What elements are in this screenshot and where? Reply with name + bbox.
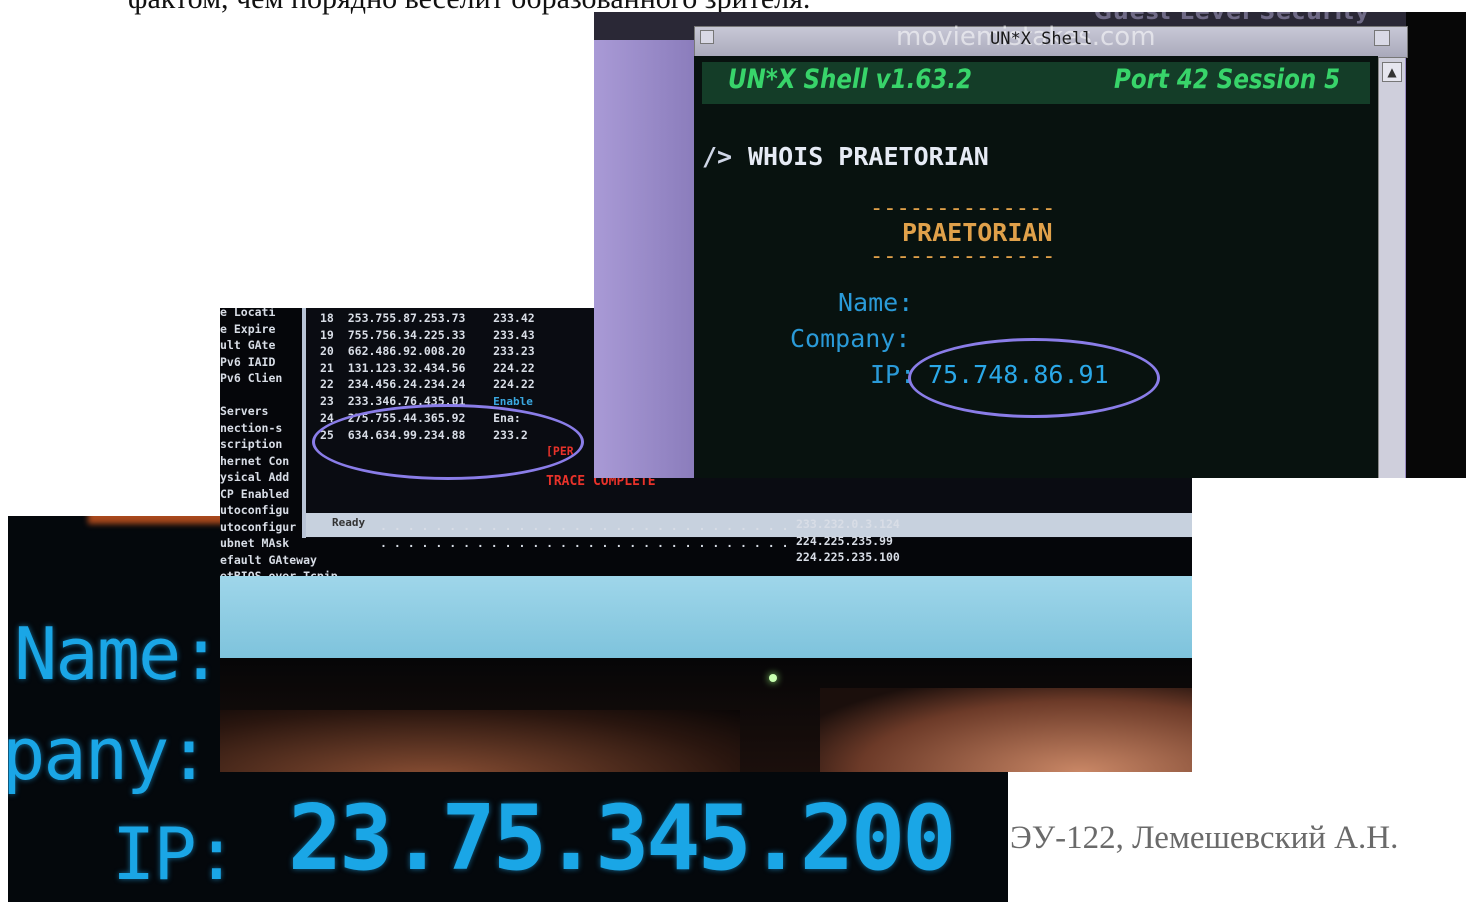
zoom-name-label: Name: bbox=[14, 612, 223, 696]
ipconfig-label: efault GAteway bbox=[220, 552, 317, 567]
whois-command: WHOIS PRAETORIAN bbox=[748, 142, 989, 171]
ipconfig-value: 224.225.235.99 bbox=[796, 533, 893, 548]
trace-row: 22 234.456.24.234.24 224.22 bbox=[320, 377, 535, 391]
ip-highlight-ellipse bbox=[908, 338, 1160, 418]
zoom-ip-value: 23.75.345.200 bbox=[288, 786, 956, 891]
dot-leader: . . . . . . . . . . . . . . . . . . . . … bbox=[380, 519, 789, 533]
ipconfig-value: 233.232.0.3.124 bbox=[796, 517, 900, 531]
trace-row: 20 662.486.92.008.20 233.23 bbox=[320, 344, 535, 358]
trace-row: 21 131.123.32.434.56 224.22 bbox=[320, 360, 535, 375]
trace-row: 18 253.755.87.253.73 233.42 bbox=[320, 311, 535, 325]
desktop-background bbox=[594, 40, 694, 478]
screen-edge bbox=[1406, 12, 1466, 478]
dot-leader: . . . . . . . . . . . . . . . . . . . . … bbox=[380, 535, 789, 550]
ipconfig-dots: . . . . . . . . . . . . . . . . . . . . … bbox=[380, 518, 789, 551]
zoom-box-icon[interactable] bbox=[1374, 30, 1390, 46]
shell-version: UN*X Shell v1.63.2 bbox=[728, 64, 972, 95]
unix-shell-photo: Guest Level Security moviemistakes.com U… bbox=[594, 12, 1466, 478]
dash-line-bottom: -------------- bbox=[870, 244, 1056, 269]
ipconfig-value: 224.225.235.100 bbox=[796, 550, 900, 564]
scrollbar[interactable] bbox=[1378, 58, 1405, 478]
close-box-icon[interactable] bbox=[700, 30, 714, 44]
status-ready: Ready bbox=[332, 516, 366, 529]
trace-highlight-ellipse bbox=[312, 404, 584, 480]
zoom-company-label: pany: bbox=[8, 712, 211, 796]
port-session: Port 42 Session 5 bbox=[1114, 64, 1341, 95]
hand-left bbox=[220, 710, 740, 772]
whois-name-label: Name: bbox=[838, 288, 914, 317]
prompt-icon: /> bbox=[702, 142, 733, 171]
window-title: UN*X Shell bbox=[990, 29, 1093, 49]
scroll-up-arrow-icon[interactable]: ▲ bbox=[1382, 62, 1402, 82]
whois-company-label: Company: bbox=[790, 324, 911, 353]
hand-right bbox=[820, 688, 1192, 772]
ipconfig-values: 233.232.0.3.124 224.225.235.99 224.225.2… bbox=[796, 516, 900, 566]
power-led bbox=[769, 674, 777, 682]
monitor-bezel bbox=[220, 576, 1192, 658]
zoom-ip-label: IP: bbox=[112, 812, 238, 896]
result-title: PRAETORIAN bbox=[902, 218, 1053, 247]
trace-row: 19 755.756.34.225.33 233.43 bbox=[320, 327, 535, 342]
author-credit: ЭУ-122, Лемешевский А.Н. bbox=[1010, 820, 1399, 856]
